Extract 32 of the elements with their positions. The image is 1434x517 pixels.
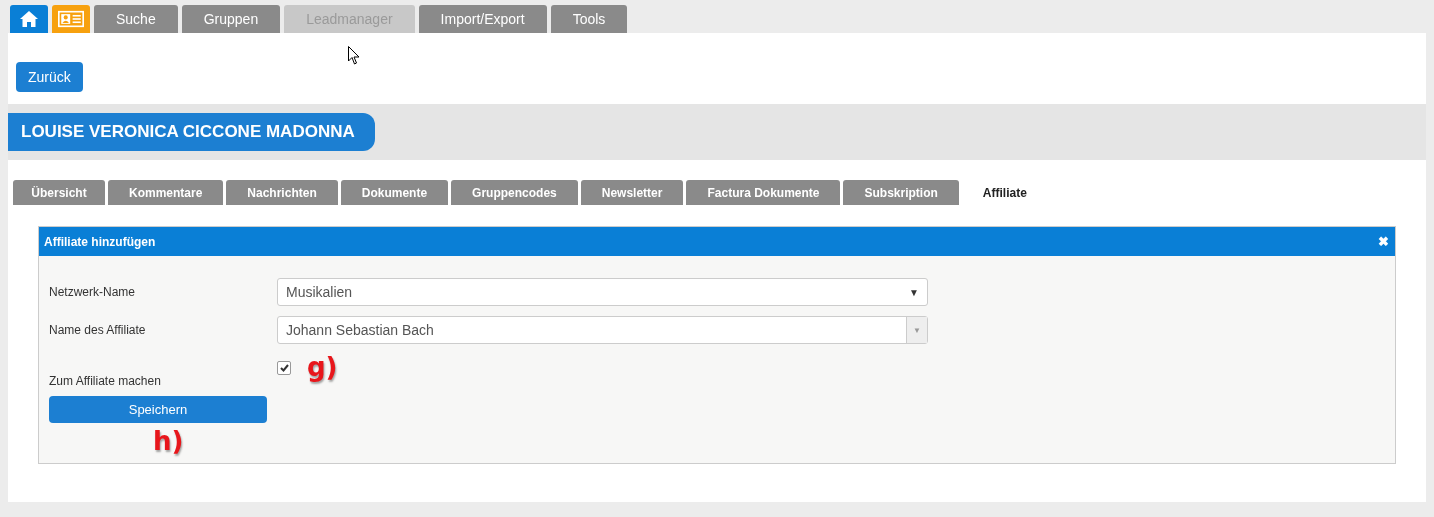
close-button[interactable]: ✖ <box>1378 234 1389 249</box>
field-label: Zum Affiliate machen <box>49 374 162 388</box>
tab[interactable]: Newsletter <box>580 180 684 205</box>
field-value: Johann Sebastian Bach <box>286 322 434 338</box>
tab[interactable]: Gruppencodes <box>451 180 578 205</box>
field-value: Musikalien <box>286 284 353 300</box>
field-label: Netzwerk-Name <box>49 285 136 299</box>
nav-tab[interactable]: Tools <box>550 5 628 33</box>
tab[interactable]: Übersicht <box>13 180 105 205</box>
back-button[interactable]: Zurück <box>16 62 83 92</box>
annotation-label: g) <box>307 352 338 382</box>
tab[interactable]: Subskription <box>843 180 959 205</box>
nav-tab[interactable]: Suche <box>94 5 178 33</box>
field-label: Name des Affiliate <box>49 323 147 337</box>
contact-name: LOUISE VERONICA CICCONE MADONNA <box>8 113 375 151</box>
tab[interactable]: Dokumente <box>340 180 449 205</box>
tab[interactable]: Factura Dokumente <box>686 180 841 205</box>
contact-card-icon <box>58 9 84 29</box>
annotation-label: h) <box>153 426 184 456</box>
tab[interactable]: Kommentare <box>108 180 224 205</box>
dropdown-arrow[interactable]: ▼ <box>909 286 927 298</box>
select-field[interactable]: Musikalien ▼ <box>277 278 928 306</box>
combo-field[interactable]: Johann Sebastian Bach ▼ <box>277 316 928 344</box>
nav-tab[interactable]: Import/Export <box>418 5 547 33</box>
nav-tab[interactable]: Gruppen <box>181 5 281 33</box>
mouse-cursor-icon <box>348 46 360 65</box>
tab[interactable]: Nachrichten <box>226 180 338 205</box>
home-tab[interactable] <box>10 5 48 33</box>
panel-title: Affiliate hinzufügen <box>44 234 156 249</box>
checkbox[interactable] <box>277 361 291 375</box>
home-icon <box>20 11 38 27</box>
save-button[interactable]: Speichern <box>49 396 267 423</box>
